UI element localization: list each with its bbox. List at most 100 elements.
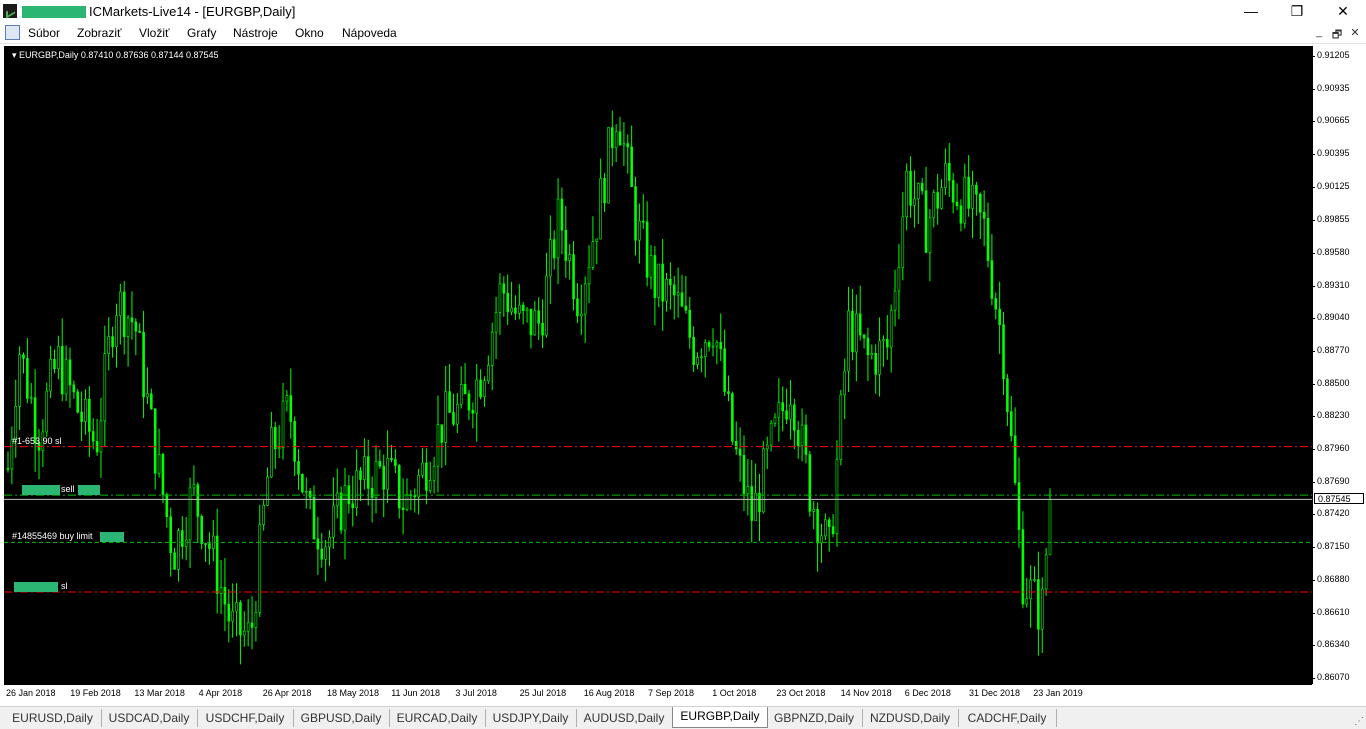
time-tick-label: 14 Nov 2018	[840, 688, 892, 698]
candle-body	[119, 291, 122, 316]
price-tick-label: 0.89040	[1312, 312, 1350, 323]
maximize-button[interactable]: ❐	[1274, 0, 1320, 23]
candle-body	[932, 192, 936, 219]
candle-body	[130, 317, 134, 323]
candle-body	[374, 460, 378, 498]
candle-body	[607, 127, 610, 204]
candle-body	[378, 460, 382, 467]
candle-body	[746, 486, 750, 494]
candle-body	[107, 336, 111, 354]
candle-body	[878, 340, 881, 375]
candle-body	[971, 185, 974, 209]
menu-insert[interactable]: Vložiť	[139, 26, 170, 40]
candle-body	[944, 163, 947, 189]
candle-body	[57, 346, 60, 369]
candle-body	[696, 357, 699, 365]
mdi-restore-button[interactable]: 🗗	[1330, 26, 1344, 45]
candle-body	[889, 309, 893, 348]
order-line-label[interactable]: #1-653 90 sl	[12, 436, 62, 446]
menu-charts[interactable]: Grafy	[187, 26, 216, 40]
candle-body	[173, 552, 176, 570]
candle-body	[297, 461, 300, 475]
candle-body	[188, 487, 192, 541]
candle-body	[428, 480, 432, 491]
menu-help[interactable]: Nápoveda	[342, 26, 397, 40]
price-tick-label: 0.86880	[1312, 573, 1350, 584]
chart-tab[interactable]: GBPNZD,Daily	[766, 709, 863, 727]
candle-body	[324, 546, 327, 560]
chart-tab[interactable]: GBPUSD,Daily	[293, 709, 390, 727]
candle-body	[924, 190, 928, 253]
menu-file[interactable]: Súbor	[28, 26, 60, 40]
candle-body	[459, 384, 463, 405]
candle-body	[281, 400, 285, 448]
chart-tab[interactable]: USDCHF,Daily	[197, 709, 294, 727]
order-line-label[interactable]: sell	[61, 484, 75, 494]
candle-body	[413, 495, 417, 498]
candle-body	[738, 448, 742, 456]
candle-body	[851, 310, 854, 353]
candle-body	[556, 198, 560, 259]
price-tick-label: 0.90395	[1312, 148, 1350, 159]
price-tick-label: 0.88770	[1312, 344, 1350, 355]
chart-tab[interactable]: AUDUSD,Daily	[576, 709, 673, 727]
candle-body	[618, 131, 622, 146]
candle-body	[1044, 554, 1048, 590]
candle-body	[246, 622, 250, 632]
candle-body	[405, 494, 409, 510]
resize-grip-icon[interactable]: ⋰	[1354, 716, 1364, 727]
candle-body	[111, 336, 114, 348]
menu-view[interactable]: Zobraziť	[77, 26, 122, 40]
candle-body	[510, 307, 513, 313]
candle-body	[1040, 588, 1044, 630]
candle-body	[1017, 482, 1021, 530]
time-tick-label: 26 Jan 2018	[6, 688, 56, 698]
chart-tab[interactable]: CADCHF,Daily	[958, 709, 1057, 727]
candle-body	[897, 267, 901, 292]
price-axis: 0.91205 0.90935 0.90665 0.90395 0.90125 0.898…	[1312, 46, 1366, 684]
candle-body	[467, 393, 471, 411]
candle-body	[103, 353, 107, 422]
chart-header-text: EURGBP,Daily 0.87410 0.87636 0.87144 0.8…	[19, 50, 219, 60]
chart-tab[interactable]: USDCAD,Daily	[101, 709, 198, 727]
candle-body	[882, 339, 885, 342]
candle-body	[676, 292, 680, 296]
chart-canvas[interactable]: ▾ EURGBP,Daily 0.87410 0.87636 0.87144 0…	[4, 46, 1312, 684]
chart-tab[interactable]: EURGBP,Daily	[672, 707, 768, 728]
candle-body	[719, 342, 723, 350]
mdi-close-button[interactable]: ✕	[1348, 26, 1362, 39]
candle-body	[669, 278, 672, 286]
candle-body	[653, 255, 657, 298]
chart-window-icon[interactable]	[5, 25, 20, 40]
price-tick-label: 0.86070	[1312, 672, 1350, 682]
candle-body	[537, 310, 540, 324]
redacted-ticket	[78, 485, 100, 496]
candlestick-chart[interactable]	[4, 46, 1312, 684]
chart-tab[interactable]: NZDUSD,Daily	[862, 709, 959, 727]
time-tick-label: 4 Apr 2018	[198, 688, 243, 698]
close-button[interactable]: ✕	[1320, 0, 1366, 23]
candle-body	[1048, 499, 1052, 556]
menu-tools[interactable]: Nástroje	[233, 26, 278, 40]
candle-body	[533, 310, 537, 336]
price-tick-label: 0.91205	[1312, 50, 1350, 60]
time-tick-label: 25 Jul 2018	[519, 688, 567, 698]
order-line-label[interactable]: sl	[61, 581, 68, 591]
candle-body	[126, 317, 130, 337]
candle-body	[153, 408, 157, 474]
mdi-minimize-button[interactable]: _	[1312, 26, 1326, 38]
candle-body	[161, 453, 165, 495]
chart-tab[interactable]: USDJPY,Daily	[485, 709, 577, 727]
candle-body	[49, 359, 52, 392]
menu-window[interactable]: Okno	[295, 26, 324, 40]
candle-body	[905, 170, 908, 218]
minimize-button[interactable]: —	[1228, 0, 1274, 23]
order-line-label[interactable]: #14855469 buy limit	[12, 531, 93, 541]
candle-body	[1002, 324, 1005, 379]
chart-tab[interactable]: EURUSD,Daily	[4, 709, 102, 727]
candle-body	[703, 342, 707, 357]
chart-tab[interactable]: EURCAD,Daily	[389, 709, 486, 727]
candle-body	[366, 456, 370, 489]
candle-body	[564, 229, 568, 261]
price-tick-label: 0.90125	[1312, 180, 1350, 191]
